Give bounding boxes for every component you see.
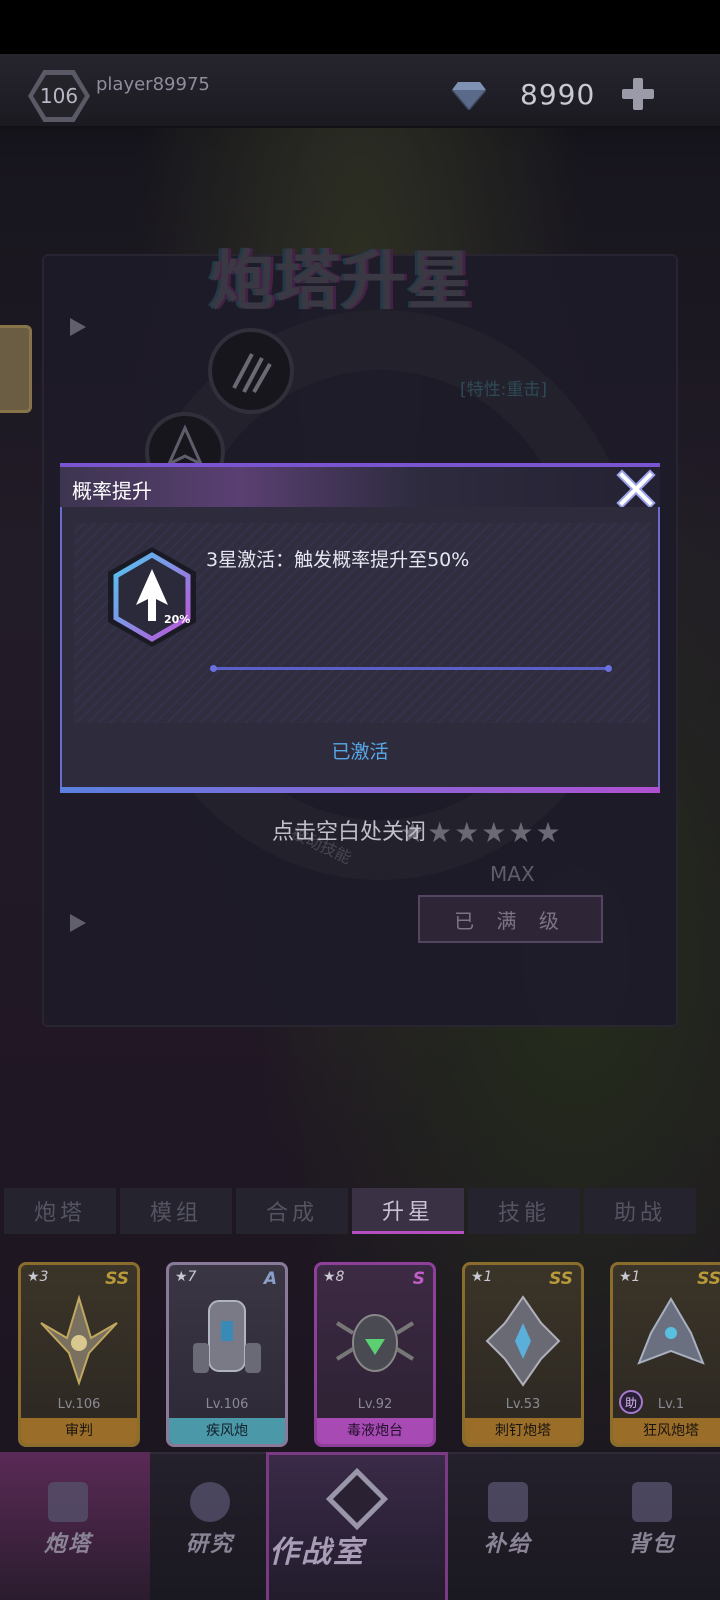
turret-judgment-icon	[40, 1294, 118, 1387]
turret-card[interactable]: ★3 SS Lv.106 审判	[18, 1262, 140, 1447]
tab-skill[interactable]: 技能	[468, 1188, 580, 1234]
player-name: player89975	[96, 74, 210, 95]
card-stars: ★3	[27, 1269, 49, 1285]
card-stars: ★8	[323, 1269, 345, 1285]
tab-star-up[interactable]: 升星	[352, 1188, 464, 1234]
war-room-icon	[325, 1467, 389, 1531]
modal-header: 概率提升	[60, 463, 660, 509]
backpack-icon	[632, 1482, 672, 1522]
turret-icon	[48, 1482, 88, 1522]
plus-icon[interactable]	[622, 78, 654, 110]
nav-war-room[interactable]: 作战室	[266, 1452, 448, 1600]
tab-module[interactable]: 模组	[120, 1188, 232, 1234]
diamond-gem-icon	[451, 80, 487, 112]
nav-label: 作战室	[269, 1535, 365, 1570]
atom-icon	[190, 1482, 230, 1522]
turret-card[interactable]: ★1 SS Lv.1 助 狂风炮塔	[610, 1262, 720, 1447]
nav-research[interactable]: 研究	[150, 1470, 270, 1580]
nav-label: 炮塔	[43, 1532, 92, 1557]
turret-card-list: ★3 SS Lv.106 审判 ★7 A Lv.106 疾风炮 ★8 S Lv.…	[0, 1262, 720, 1462]
currency-amount: 8990	[520, 78, 596, 111]
nav-turret[interactable]: 炮塔	[8, 1470, 128, 1580]
card-stars: ★1	[471, 1269, 493, 1285]
card-name: 毒液炮台	[317, 1418, 433, 1444]
card-level: Lv.106	[205, 1397, 249, 1412]
turret-venom-icon	[335, 1314, 415, 1372]
close-hint: 点击空白处关闭	[272, 820, 427, 845]
card-level: Lv.106	[57, 1397, 101, 1412]
turret-card[interactable]: ★7 A Lv.106 疾风炮	[166, 1262, 288, 1447]
progress-line	[210, 665, 612, 672]
card-rank: SS	[697, 1269, 720, 1289]
nav-label: 背包	[627, 1532, 676, 1557]
status-activated: 已激活	[331, 741, 389, 763]
card-stars: ★7	[175, 1269, 197, 1285]
close-icon[interactable]	[616, 469, 656, 509]
icon-badge: 20%	[164, 613, 190, 626]
card-name: 审判	[21, 1418, 137, 1444]
turret-storm-icon	[637, 1297, 705, 1365]
modal-title: 概率提升	[72, 479, 152, 503]
nav-backpack[interactable]: 背包	[592, 1470, 712, 1580]
card-name: 刺钉炮塔	[465, 1418, 581, 1444]
cart-icon	[488, 1482, 528, 1522]
assist-badge: 助	[619, 1390, 643, 1414]
game-screen: 106 player89975 8990 炮塔升星 [特性:重击] 被动技能 ★…	[0, 0, 720, 1600]
probability-modal: 概率提升 20% 3星激活：触发概率提升至50% 已激活	[60, 463, 660, 793]
tab-assist[interactable]: 助战	[584, 1188, 696, 1234]
tab-merge[interactable]: 合成	[236, 1188, 348, 1234]
probability-up-icon: 20%	[98, 543, 206, 651]
status-bar-area	[0, 0, 720, 54]
card-name: 疾风炮	[169, 1418, 285, 1444]
card-stars: ★1	[619, 1269, 641, 1285]
card-rank: SS	[549, 1269, 573, 1289]
nav-label: 研究	[185, 1532, 234, 1557]
card-rank: SS	[105, 1269, 129, 1289]
card-level: Lv.92	[357, 1397, 393, 1412]
card-level: Lv.53	[505, 1397, 541, 1412]
modal-description: 3星激活：触发概率提升至50%	[206, 549, 470, 571]
card-rank: S	[412, 1269, 425, 1289]
turret-gale-cannon-icon	[193, 1300, 261, 1373]
card-name: 狂风炮塔	[613, 1418, 720, 1444]
turret-card[interactable]: ★8 S Lv.92 毒液炮台	[314, 1262, 436, 1447]
nav-label: 补给	[483, 1532, 532, 1557]
card-rank: A	[263, 1269, 277, 1289]
nav-supply[interactable]: 补给	[448, 1470, 568, 1580]
turret-card[interactable]: ★1 SS Lv.53 刺钉炮塔	[462, 1262, 584, 1447]
turret-spike-icon	[485, 1295, 561, 1387]
tab-bar: 炮塔 模组 合成 升星 技能 助战	[0, 1188, 720, 1238]
modal-bottom-border	[60, 787, 660, 793]
tab-turret[interactable]: 炮塔	[4, 1188, 116, 1234]
